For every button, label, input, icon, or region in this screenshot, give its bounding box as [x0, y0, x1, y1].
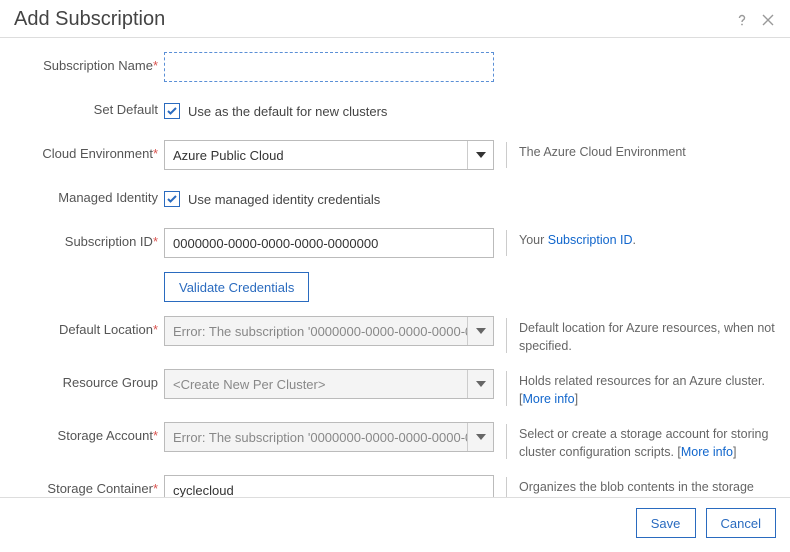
help-icon[interactable]	[734, 12, 750, 28]
subscription-id-label: Subscription ID*	[14, 228, 164, 249]
storage-account-label: Storage Account*	[14, 422, 164, 443]
save-button[interactable]: Save	[636, 508, 696, 538]
set-default-text: Use as the default for new clusters	[188, 104, 387, 119]
dialog-footer: Save Cancel	[0, 498, 790, 552]
subscription-name-input[interactable]	[164, 52, 494, 82]
chevron-down-icon	[467, 370, 493, 398]
chevron-down-icon	[467, 423, 493, 451]
resource-group-help: Holds related resources for an Azure clu…	[519, 369, 776, 408]
managed-identity-text: Use managed identity credentials	[188, 192, 380, 207]
validate-credentials-button[interactable]: Validate Credentials	[164, 272, 309, 302]
storage-account-help: Select or create a storage account for s…	[519, 422, 776, 461]
chevron-down-icon	[467, 141, 493, 169]
resource-group-select[interactable]: <Create New Per Cluster>	[164, 369, 494, 399]
cloud-env-help: The Azure Cloud Environment	[519, 140, 776, 162]
set-default-label: Set Default	[14, 96, 164, 117]
storage-account-moreinfo-link[interactable]: More info	[681, 445, 733, 459]
dialog-body: Subscription Name* Set Default Use as th…	[0, 38, 790, 497]
default-location-label: Default Location*	[14, 316, 164, 337]
close-icon[interactable]	[760, 12, 776, 28]
resource-group-moreinfo-link[interactable]: More info	[522, 392, 574, 406]
default-location-select[interactable]: Error: The subscription '0000000-0000-00…	[164, 316, 494, 346]
set-default-checkbox[interactable]	[164, 103, 180, 119]
dialog-title: Add Subscription	[14, 8, 734, 31]
chevron-down-icon	[467, 317, 493, 345]
subscription-name-label: Subscription Name*	[14, 52, 164, 73]
storage-account-select[interactable]: Error: The subscription '0000000-0000-00…	[164, 422, 494, 452]
subscription-id-help: Your Subscription ID.	[519, 228, 776, 250]
managed-identity-checkbox[interactable]	[164, 191, 180, 207]
subscription-id-input[interactable]	[164, 228, 494, 258]
storage-container-input[interactable]	[164, 475, 494, 497]
storage-container-label: Storage Container*	[14, 475, 164, 496]
cloud-env-select[interactable]: Azure Public Cloud	[164, 140, 494, 170]
cancel-button[interactable]: Cancel	[706, 508, 776, 538]
subscription-id-link[interactable]: Subscription ID	[548, 233, 633, 247]
managed-identity-label: Managed Identity	[14, 184, 164, 205]
cloud-env-label: Cloud Environment*	[14, 140, 164, 161]
resource-group-label: Resource Group	[14, 369, 164, 390]
dialog-header: Add Subscription	[0, 0, 790, 37]
default-location-help: Default location for Azure resources, wh…	[519, 316, 776, 355]
add-subscription-dialog: Add Subscription Subscription Name* Set …	[0, 0, 790, 552]
storage-container-help: Organizes the blob contents in the stora…	[519, 475, 776, 497]
